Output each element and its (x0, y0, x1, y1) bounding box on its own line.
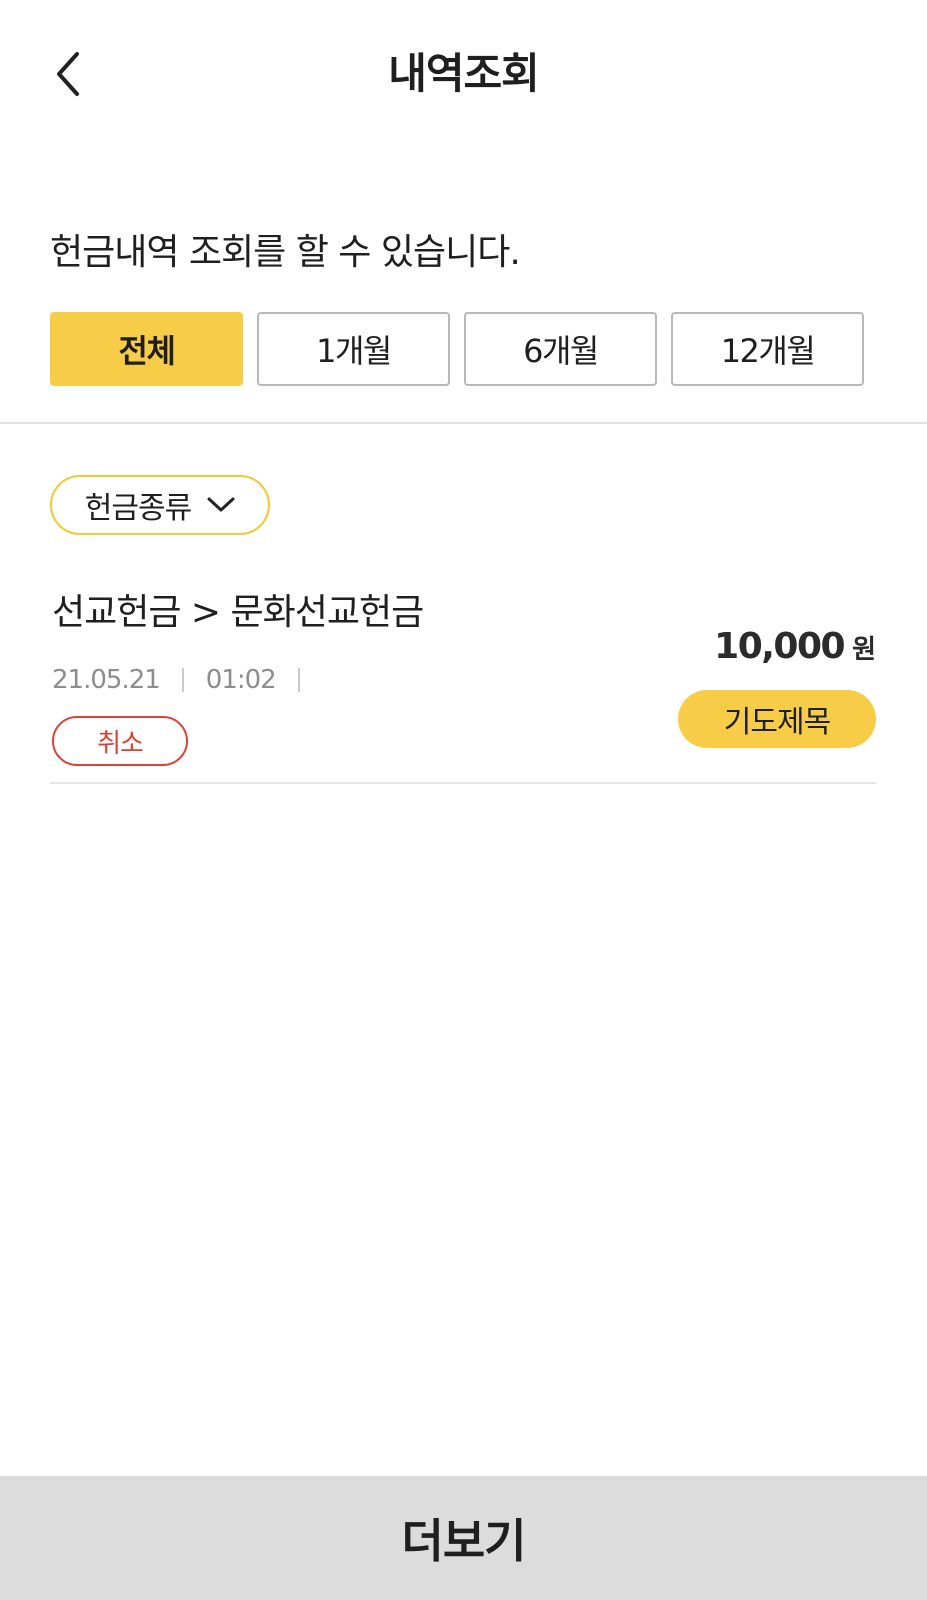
load-more-button[interactable]: 더보기 (0, 1476, 927, 1600)
period-all-button[interactable]: 전체 (50, 312, 243, 386)
amount-value: 10,000 (714, 626, 845, 667)
section-divider (0, 422, 927, 424)
header: 내역조회 (0, 0, 927, 150)
prayer-title-button[interactable]: 기도제목 (678, 690, 876, 748)
transaction-date: 21.05.21 (52, 665, 161, 695)
offering-type-label: 헌금종류 (84, 491, 192, 526)
period-1-month-button[interactable]: 1개월 (257, 312, 450, 386)
offering-type-dropdown[interactable]: 헌금종류 (50, 475, 270, 535)
cancel-status-badge: 취소 (52, 716, 188, 766)
history-page: 내역조회 헌금내역 조회를 할 수 있습니다. 전체 1개월 6개월 12개월 … (0, 0, 927, 1600)
meta-separator (181, 668, 184, 692)
transaction-title: 선교헌금 > 문화선교헌금 (52, 592, 424, 633)
description-text: 헌금내역 조회를 할 수 있습니다. (50, 232, 521, 273)
period-12-month-button[interactable]: 12개월 (671, 312, 864, 386)
transaction-amount: 10,000 원 (714, 626, 876, 667)
meta-separator (297, 668, 300, 692)
page-title: 내역조회 (388, 49, 540, 98)
period-filter: 전체 1개월 6개월 12개월 (50, 312, 878, 386)
transaction-item[interactable]: 선교헌금 > 문화선교헌금 21.05.21 01:02 취소 10,000 원… (50, 580, 876, 784)
chevron-down-icon (207, 497, 235, 512)
period-6-month-button[interactable]: 6개월 (464, 312, 657, 386)
transaction-time: 01:02 (205, 665, 277, 695)
transaction-meta: 21.05.21 01:02 (52, 662, 322, 698)
amount-currency: 원 (852, 635, 876, 665)
